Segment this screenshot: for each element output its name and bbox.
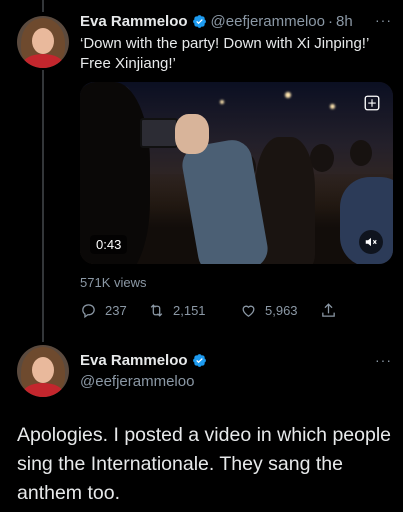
reply-button[interactable]: 237 bbox=[80, 302, 127, 319]
avatar[interactable] bbox=[17, 345, 69, 397]
author-name[interactable]: Eva Rammeloo bbox=[80, 352, 188, 369]
mute-button[interactable] bbox=[359, 230, 383, 254]
share-icon bbox=[322, 302, 335, 317]
retweet-button[interactable]: 2,151 bbox=[148, 302, 206, 319]
author-name[interactable]: Eva Rammeloo bbox=[80, 13, 188, 30]
retweet-count: 2,151 bbox=[173, 302, 206, 318]
thread-line bbox=[42, 70, 44, 342]
tweet-actions: 237 2,151 5,963 bbox=[80, 300, 335, 320]
tweet2-header: Eva Rammeloo bbox=[80, 352, 211, 369]
separator: · bbox=[328, 13, 333, 30]
share-button[interactable] bbox=[320, 302, 345, 319]
video-timecode: 0:43 bbox=[90, 235, 128, 254]
author-handle[interactable]: @eefjerammeloo bbox=[211, 13, 325, 30]
reply-count: 237 bbox=[105, 302, 127, 318]
speaker-muted-icon bbox=[365, 237, 377, 247]
tweet-text: ‘Down with the party! Down with Xi Jinpi… bbox=[80, 35, 369, 72]
view-count: 571K views bbox=[80, 275, 147, 290]
verified-icon bbox=[192, 15, 206, 28]
phone-in-video bbox=[140, 118, 178, 148]
more-options-icon[interactable]: ··· bbox=[375, 12, 392, 28]
avatar[interactable] bbox=[17, 16, 69, 68]
video-player[interactable]: 0:43 bbox=[80, 82, 393, 264]
timestamp[interactable]: 8h bbox=[336, 13, 353, 30]
like-button[interactable]: 5,963 bbox=[240, 302, 298, 319]
expand-icon[interactable] bbox=[363, 94, 381, 112]
like-count: 5,963 bbox=[265, 302, 298, 318]
more-options-icon[interactable]: ··· bbox=[375, 352, 392, 368]
tweet1-header: Eva Rammeloo @eefjerammeloo · 8h bbox=[80, 13, 353, 30]
tweet-text: Apologies. I posted a video in which peo… bbox=[17, 424, 392, 504]
reply-icon bbox=[82, 303, 95, 318]
thread-line-top bbox=[42, 0, 44, 12]
verified-icon bbox=[192, 354, 206, 367]
author-handle[interactable]: @eefjerammeloo bbox=[80, 373, 194, 390]
heart-icon bbox=[242, 305, 255, 317]
retweet-icon bbox=[150, 303, 163, 317]
